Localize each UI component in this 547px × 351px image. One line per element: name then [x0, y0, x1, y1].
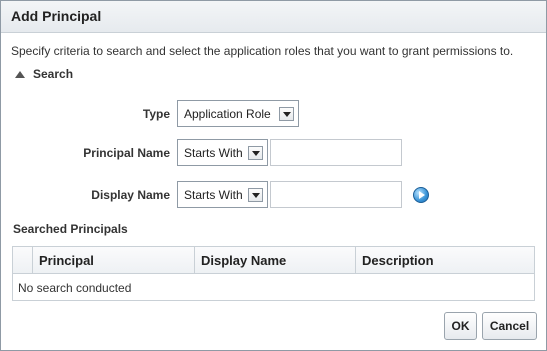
search-section-header[interactable]: Search [15, 67, 73, 81]
dialog-title: Add Principal [11, 8, 102, 24]
go-arrow-icon[interactable] [413, 187, 429, 203]
column-header-principal[interactable]: Principal [33, 247, 195, 273]
search-section-label: Search [33, 67, 74, 81]
column-header-display-name[interactable]: Display Name [195, 247, 356, 273]
type-select-value: Application Role [184, 106, 271, 121]
principal-name-input[interactable] [270, 139, 402, 166]
principal-name-operator-value: Starts With [184, 145, 243, 160]
searched-principals-title: Searched Principals [13, 222, 128, 236]
cancel-button[interactable]: Cancel [482, 312, 537, 340]
add-principal-dialog: Add Principal Specify criteria to search… [0, 0, 547, 351]
results-table: Principal Display Name Description No se… [12, 246, 535, 301]
display-name-operator-value: Starts With [184, 187, 243, 202]
results-table-header: Principal Display Name Description [13, 247, 534, 274]
type-label: Type [142, 107, 170, 121]
display-name-label: Display Name [91, 188, 170, 202]
instructions-text: Specify criteria to search and select th… [11, 44, 514, 58]
chevron-down-icon[interactable] [248, 188, 263, 202]
principal-name-operator-select[interactable]: Starts With [177, 139, 268, 166]
row-selector-header [13, 247, 33, 273]
chevron-down-icon[interactable] [279, 107, 294, 121]
column-header-description[interactable]: Description [356, 247, 534, 273]
empty-results-message: No search conducted [18, 281, 132, 295]
type-select[interactable]: Application Role [177, 100, 299, 127]
dialog-titlebar: Add Principal [1, 1, 546, 33]
chevron-down-icon[interactable] [248, 146, 263, 160]
ok-button[interactable]: OK [444, 312, 477, 340]
disclosure-triangle-icon[interactable] [15, 70, 25, 78]
display-name-operator-select[interactable]: Starts With [177, 181, 268, 208]
principal-name-label: Principal Name [83, 146, 170, 160]
display-name-input[interactable] [270, 181, 402, 208]
